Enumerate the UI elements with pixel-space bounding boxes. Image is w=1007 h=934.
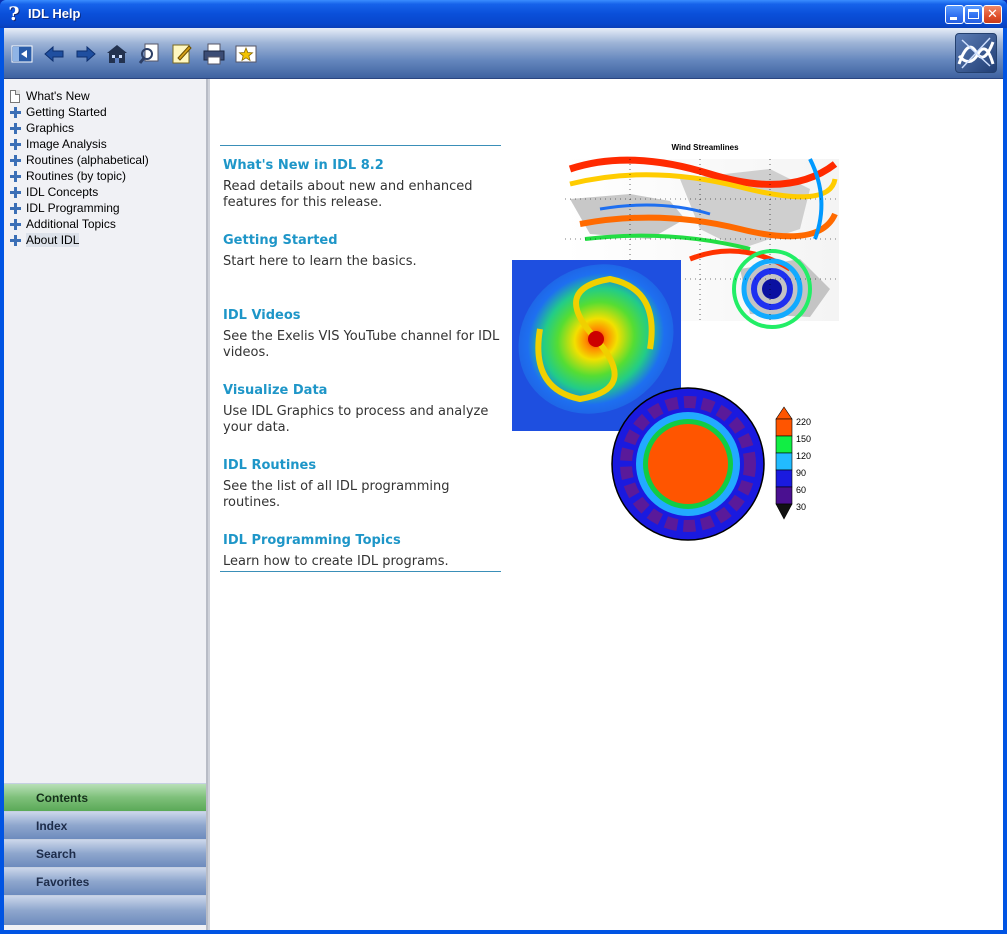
tree-item[interactable]: Graphics — [10, 121, 149, 137]
expand-icon[interactable] — [10, 139, 21, 150]
topic-description: Start here to learn the basics. — [223, 254, 417, 269]
topic-link[interactable]: Visualize Data — [223, 382, 508, 404]
expand-icon[interactable] — [10, 219, 21, 230]
maximize-button[interactable] — [964, 5, 983, 24]
expand-icon[interactable] — [10, 171, 21, 182]
close-icon: ✕ — [987, 7, 998, 22]
tree-item-label: About IDL — [26, 233, 80, 247]
add-favorite-icon[interactable] — [234, 42, 258, 66]
topic-description: See the Exelis VIS YouTube channel for I… — [223, 329, 500, 360]
topic-description: Use IDL Graphics to process and analyze … — [223, 404, 489, 435]
print-icon[interactable] — [202, 42, 226, 66]
content-pane: What's New in IDL 8.2 Read details about … — [210, 79, 1003, 930]
tree-item[interactable]: What's New — [10, 89, 149, 105]
colorbar-label: 150 — [796, 434, 811, 444]
tab-strip-filler — [4, 895, 206, 925]
title-bar[interactable]: ? IDL Help ✕ — [0, 0, 1007, 28]
tree-item-label: Routines (alphabetical) — [26, 153, 149, 167]
colorbar-label: 60 — [796, 485, 806, 495]
tree-item[interactable]: Routines (alphabetical) — [10, 153, 149, 169]
tree-item-label: What's New — [26, 89, 90, 103]
help-app-icon: ? — [8, 3, 20, 25]
contents-tree: What's New Getting Started Graphics Image A… — [10, 89, 149, 249]
expand-icon[interactable] — [10, 235, 21, 246]
tree-item[interactable]: Routines (by topic) — [10, 169, 149, 185]
hide-navigation-icon[interactable] — [10, 42, 34, 66]
find-icon[interactable] — [138, 42, 162, 66]
colorbar-label: 120 — [796, 451, 811, 461]
link-block: Visualize Data Use IDL Graphics to proces… — [223, 382, 508, 457]
colorbar-label: 220 — [796, 417, 811, 427]
back-icon[interactable] — [42, 42, 66, 66]
expand-icon[interactable] — [10, 107, 21, 118]
colorbar-label: 90 — [796, 468, 806, 478]
topic-link[interactable]: IDL Programming Topics — [223, 532, 508, 554]
edit-icon[interactable] — [170, 42, 194, 66]
idl-logo-icon — [955, 33, 997, 73]
link-block: IDL Programming Topics Learn how to creat… — [223, 532, 508, 607]
topic-link[interactable]: What's New in IDL 8.2 — [223, 157, 508, 179]
graphics-collage: Wind Streamlines 220 150 120 90 60 30 — [512, 143, 839, 541]
navigation-tabs: Contents Index Search Favorites — [4, 783, 206, 925]
topic-link[interactable]: IDL Routines — [223, 457, 508, 479]
tree-item-label: Image Analysis — [26, 137, 107, 151]
link-block: Getting Started Start here to learn the b… — [223, 232, 508, 307]
tab-favorites[interactable]: Favorites — [4, 867, 206, 895]
main-area: What's New Getting Started Graphics Image A… — [4, 79, 1003, 930]
link-block: What's New in IDL 8.2 Read details about … — [223, 157, 508, 232]
minimize-button[interactable] — [945, 5, 964, 24]
expand-icon[interactable] — [10, 123, 21, 134]
tree-item[interactable]: IDL Concepts — [10, 185, 149, 201]
colorbar: 220 150 120 90 60 30 — [775, 406, 811, 520]
tree-item[interactable]: IDL Programming — [10, 201, 149, 217]
navigation-pane: What's New Getting Started Graphics Image A… — [4, 79, 208, 930]
expand-icon[interactable] — [10, 155, 21, 166]
help-window: ? IDL Help ✕ What's New Getting Started … — [0, 0, 1007, 934]
top-rule — [220, 145, 501, 146]
tree-item[interactable]: Image Analysis — [10, 137, 149, 153]
tree-item-label: IDL Programming — [26, 201, 120, 215]
link-block: IDL Videos See the Exelis VIS YouTube cha… — [223, 307, 508, 382]
tree-item-label: IDL Concepts — [26, 185, 99, 199]
minimize-icon — [950, 17, 957, 20]
topic-description: Read details about new and enhanced feat… — [223, 179, 473, 210]
maximize-icon — [968, 9, 979, 19]
map-title: Wind Streamlines — [671, 143, 739, 152]
tree-item-label: Additional Topics — [26, 217, 116, 231]
topic-link[interactable]: IDL Videos — [223, 307, 508, 329]
tree-item[interactable]: Getting Started — [10, 105, 149, 121]
tab-search[interactable]: Search — [4, 839, 206, 867]
tab-index[interactable]: Index — [4, 811, 206, 839]
colorbar-label: 30 — [796, 502, 806, 512]
tree-item[interactable]: About IDL — [10, 233, 149, 249]
expand-icon[interactable] — [10, 187, 21, 198]
link-list: What's New in IDL 8.2 Read details about … — [223, 157, 508, 607]
topic-description: Learn how to create IDL programs. — [223, 554, 449, 569]
tree-item-label: Routines (by topic) — [26, 169, 127, 183]
bottom-rule — [220, 571, 501, 572]
window-title: IDL Help — [28, 6, 81, 21]
link-block: IDL Routines See the list of all IDL prog… — [223, 457, 508, 532]
tree-item[interactable]: Additional Topics — [10, 217, 149, 233]
feature-graphics: Wind Streamlines 220 150 120 90 60 30 — [510, 139, 850, 559]
tab-contents[interactable]: Contents — [4, 783, 206, 811]
tree-item-label: Graphics — [26, 121, 75, 135]
home-icon[interactable] — [105, 42, 129, 66]
expand-icon[interactable] — [10, 203, 21, 214]
forward-icon[interactable] — [74, 42, 98, 66]
polar-contour-plot — [611, 387, 765, 541]
topic-description: See the list of all IDL programming rout… — [223, 479, 450, 510]
tree-item-label: Getting Started — [26, 105, 107, 119]
topic-link[interactable]: Getting Started — [223, 232, 508, 254]
page-icon — [10, 90, 20, 103]
close-button[interactable]: ✕ — [983, 5, 1002, 24]
toolbar — [4, 28, 1003, 79]
